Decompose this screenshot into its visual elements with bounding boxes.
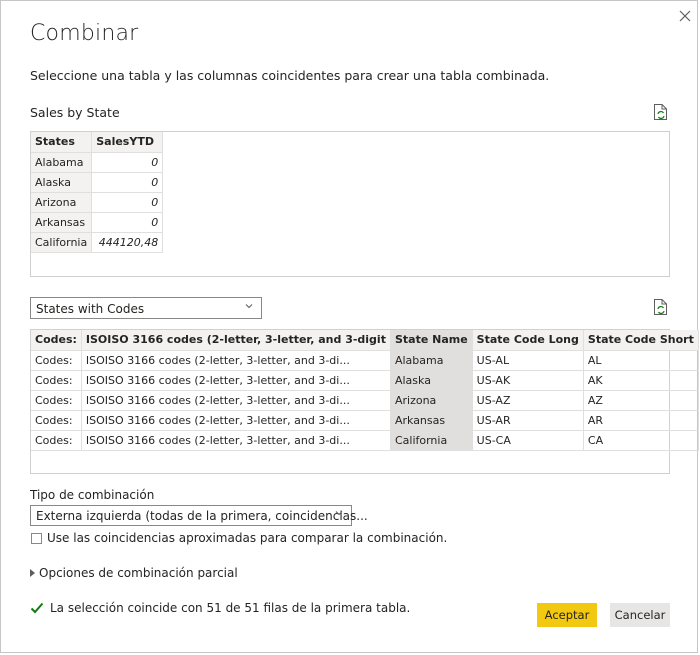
cancel-button[interactable]: Cancelar xyxy=(610,603,670,627)
table-cell: CA xyxy=(583,430,699,451)
status-text: La selección coincide con 51 de 51 filas… xyxy=(50,601,411,615)
table-cell: California xyxy=(31,232,93,253)
table-cell: Codes: xyxy=(31,390,82,411)
fuzzy-match-checkbox[interactable] xyxy=(31,533,42,544)
table1-grid: States SalesYTD Alabama 0 Alaska 0 Arizo… xyxy=(31,132,164,253)
column-header[interactable]: Codes: xyxy=(31,330,82,351)
partial-options-expander[interactable]: Opciones de combinación parcial xyxy=(30,566,238,580)
table-cell: ISOISO 3166 codes (2-letter, 3-letter, a… xyxy=(81,390,391,411)
merge-dialog: Combinar Seleccione una tabla y las colu… xyxy=(0,0,699,653)
table2-grid: Codes: ISOISO 3166 codes (2-letter, 3-le… xyxy=(31,330,699,451)
table-cell: US-AL xyxy=(472,350,584,371)
table1-label: Sales by State xyxy=(30,105,120,120)
table-row: Arizona 0 xyxy=(31,192,164,213)
table2-select[interactable]: States with Codes xyxy=(30,297,262,319)
partial-options-label: Opciones de combinación parcial xyxy=(39,566,238,580)
table-cell: US-AR xyxy=(472,410,584,431)
table-row: Alabama 0 xyxy=(31,152,164,173)
join-kind-select[interactable]: Externa izquierda (todas de la primera, … xyxy=(30,505,368,526)
close-button[interactable] xyxy=(676,7,694,25)
column-header[interactable]: ISOISO 3166 codes (2-letter, 3-letter, a… xyxy=(81,330,391,351)
table-cell: Codes: xyxy=(31,370,82,391)
dialog-subtitle: Seleccione una tabla y las columnas coin… xyxy=(30,68,550,83)
table2-preview: Codes: ISOISO 3166 codes (2-letter, 3-le… xyxy=(30,329,699,474)
table-cell: Codes: xyxy=(31,410,82,431)
table-cell: 0 xyxy=(91,172,164,193)
table-cell: Alaska xyxy=(390,370,473,391)
column-header[interactable]: States xyxy=(31,132,93,153)
table-row: Codes: ISOISO 3166 codes (2-letter, 3-le… xyxy=(31,350,699,371)
table-row: Codes: ISOISO 3166 codes (2-letter, 3-le… xyxy=(31,370,699,391)
table-cell: US-AK xyxy=(472,370,584,391)
table-cell: ISOISO 3166 codes (2-letter, 3-letter, a… xyxy=(81,410,391,431)
table-cell: Alabama xyxy=(390,350,473,371)
column-header[interactable]: SalesYTD xyxy=(91,132,164,153)
column-header[interactable]: State Code Long xyxy=(472,330,584,351)
table-cell: Arizona xyxy=(390,390,473,411)
column-header[interactable]: State Code Short xyxy=(583,330,699,351)
chevron-right-icon xyxy=(30,569,35,577)
ok-button[interactable]: Aceptar xyxy=(537,603,597,627)
table-cell: ISOISO 3166 codes (2-letter, 3-letter, a… xyxy=(81,350,391,371)
fuzzy-match-label[interactable]: Use las coincidencias aproximadas para c… xyxy=(47,531,447,545)
table-cell: AK xyxy=(583,370,699,391)
table-cell: 0 xyxy=(91,192,164,213)
table-cell: Arkansas xyxy=(31,212,93,233)
table-cell: AL xyxy=(583,350,699,371)
table-cell: Codes: xyxy=(31,350,82,371)
table2-select-value: States with Codes xyxy=(36,302,145,316)
table-row: Codes: ISOISO 3166 codes (2-letter, 3-le… xyxy=(31,410,699,431)
table-cell: AR xyxy=(583,410,699,431)
join-kind-value: Externa izquierda (todas de la primera, … xyxy=(36,509,368,523)
table-cell: California xyxy=(390,430,473,451)
table-cell: US-AZ xyxy=(472,390,584,411)
match-status: La selección coincide con 51 de 51 filas… xyxy=(30,601,410,615)
selected-column-header[interactable]: State Name xyxy=(390,330,473,351)
table-cell: US-CA xyxy=(472,430,584,451)
refresh-icon[interactable] xyxy=(653,298,669,316)
chevron-down-icon xyxy=(335,511,343,516)
table1-preview: States SalesYTD Alabama 0 Alaska 0 Arizo… xyxy=(30,131,670,277)
dialog-title: Combinar xyxy=(30,21,139,46)
refresh-icon[interactable] xyxy=(653,103,669,121)
table-cell: 0 xyxy=(91,212,164,233)
checkmark-icon xyxy=(30,602,44,614)
table-cell: 0 xyxy=(91,152,164,173)
table-row: California 444120,48 xyxy=(31,232,164,253)
table-cell: AZ xyxy=(583,390,699,411)
table-cell: Arkansas xyxy=(390,410,473,431)
table-cell: 444120,48 xyxy=(91,232,164,253)
table-cell: Arizona xyxy=(31,192,93,213)
table-row: Codes: ISOISO 3166 codes (2-letter, 3-le… xyxy=(31,390,699,411)
table-row: Alaska 0 xyxy=(31,172,164,193)
table-cell: ISOISO 3166 codes (2-letter, 3-letter, a… xyxy=(81,430,391,451)
chevron-down-icon xyxy=(245,304,253,309)
table-row: Codes: ISOISO 3166 codes (2-letter, 3-le… xyxy=(31,430,699,451)
close-icon xyxy=(679,10,691,22)
table-cell: ISOISO 3166 codes (2-letter, 3-letter, a… xyxy=(81,370,391,391)
join-kind-label: Tipo de combinación xyxy=(30,488,155,502)
table-cell: Codes: xyxy=(31,430,82,451)
table-cell: Alabama xyxy=(31,152,93,173)
table-cell: Alaska xyxy=(31,172,93,193)
table-row: Arkansas 0 xyxy=(31,212,164,233)
